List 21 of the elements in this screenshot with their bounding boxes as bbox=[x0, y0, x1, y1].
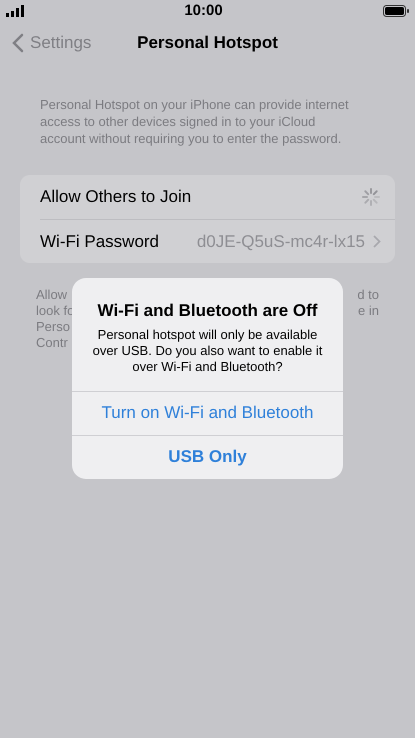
row-label: Wi-Fi Password bbox=[40, 230, 160, 253]
alert-title: Wi-Fi and Bluetooth are Off bbox=[98, 300, 318, 322]
chevron-right-icon bbox=[373, 235, 381, 248]
loading-spinner-icon bbox=[361, 187, 381, 207]
status-time: 10:00 bbox=[184, 0, 223, 21]
password-value: d0JE-Q5uS-mc4r-lx15 bbox=[196, 230, 365, 253]
page-title: Personal Hotspot bbox=[137, 32, 278, 54]
back-button[interactable]: Settings bbox=[12, 30, 92, 56]
alert-action-button[interactable]: Turn on Wi-Fi and Bluetooth bbox=[72, 390, 343, 434]
footer-text: e in bbox=[358, 303, 379, 319]
row-label: Allow Others to Join bbox=[40, 186, 192, 208]
alert-action-button[interactable]: USB Only bbox=[72, 434, 343, 478]
description-text: Personal Hotspot on your iPhone can provide internet access to other devices signed in to your iCloud account without requiring you to enter the password. bbox=[39, 96, 350, 147]
signal-icon bbox=[6, 5, 24, 17]
footer-text: Perso bbox=[36, 319, 70, 335]
footer-text: Contr bbox=[36, 335, 68, 351]
footer-text: Allow bbox=[36, 287, 68, 303]
back-chevron-icon bbox=[12, 33, 24, 53]
footer-text: d to bbox=[357, 287, 379, 303]
battery-icon bbox=[383, 5, 409, 17]
alert-message: Personal hotspot will only be available over USB. Do you also want to enable it over Wi-Fi and Bluetooth? bbox=[92, 326, 324, 374]
